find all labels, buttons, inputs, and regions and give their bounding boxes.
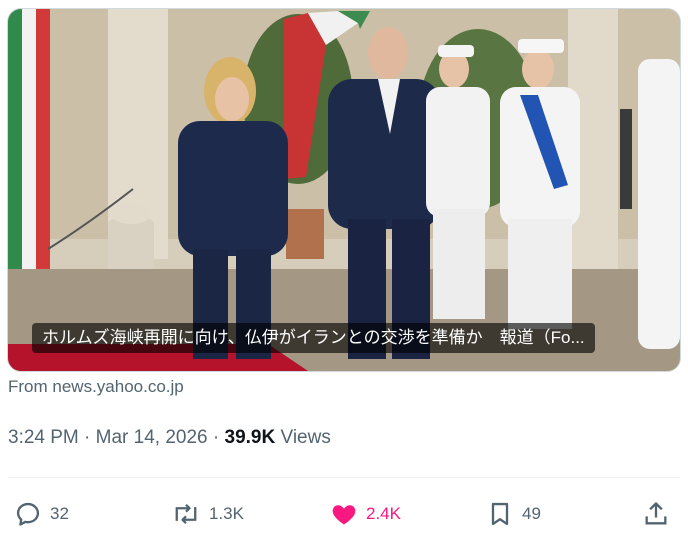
reply-button[interactable]: 32 [14,497,69,531]
meta-separator: · [84,427,91,448]
meta-separator: · [212,427,220,448]
post-time[interactable]: 3:24 PM [8,427,79,448]
views-count: 39.9K [224,427,276,448]
bookmark-button[interactable]: 49 [486,497,541,531]
post-date[interactable]: Mar 14, 2026 [96,427,208,448]
bookmark-icon [491,502,509,526]
card-headline: ホルムズ海峡再開に向け、仏伊がイランとの交渉を準備か 報道（Fo... [32,323,595,353]
link-card[interactable]: ホルムズ海峡再開に向け、仏伊がイランとの交渉を準備か 報道（Fo... [7,8,681,372]
reply-icon [16,502,40,526]
post-meta: 3:24 PM · Mar 14, 2026 · 39.9K Views [8,427,331,449]
repost-count: 1.3K [209,504,244,523]
bookmark-count: 49 [522,504,541,523]
divider [8,477,680,478]
like-button[interactable]: 2.4K [330,497,401,531]
link-card-image [8,9,680,371]
reply-count: 32 [50,504,69,523]
share-button[interactable] [642,497,670,531]
repost-button[interactable]: 1.3K [171,497,244,531]
card-source[interactable]: From news.yahoo.co.jp [8,377,184,397]
views-label: Views [280,427,331,448]
like-count: 2.4K [366,504,401,523]
repost-icon [175,503,197,525]
share-icon [645,502,667,525]
heart-filled-icon [332,505,356,525]
